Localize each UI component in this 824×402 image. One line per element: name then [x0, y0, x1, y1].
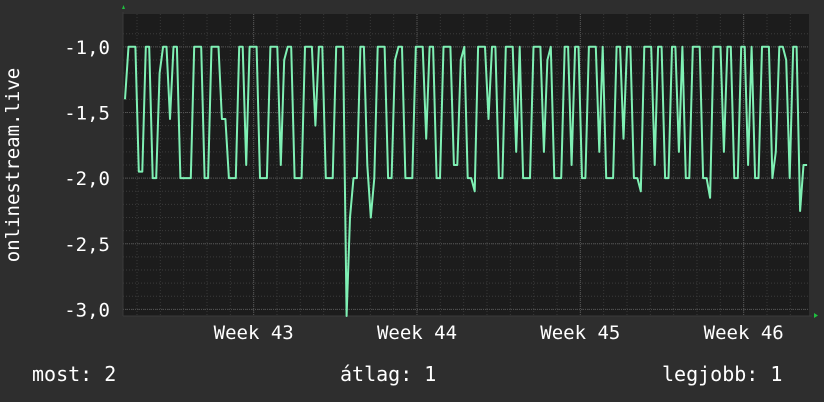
chart-container: -1,0 -1,5 -2,0 -2,5 -3,0 Week 43 Week 44 Week 4… — [0, 0, 824, 402]
x-tick-label: Week 46 — [704, 322, 784, 344]
x-tick-label: Week 45 — [540, 322, 620, 344]
y-tick-label: -1,5 — [64, 102, 110, 124]
y-axis-arrow — [122, 5, 125, 9]
x-tick-label: Week 43 — [214, 322, 294, 344]
line-chart: -1,0 -1,5 -2,0 -2,5 -3,0 Week 43 Week 44 Week 4… — [2, 5, 818, 344]
legend-best-value: legjobb: 1 — [662, 362, 783, 386]
x-tick-label: Week 44 — [377, 322, 457, 344]
y-axis-label: onlinestream.live — [2, 68, 24, 262]
legend-current-value: most: 2 — [32, 362, 117, 386]
y-tick-label: -3,0 — [64, 299, 110, 321]
legend-average-value: átlag: 1 — [340, 362, 437, 386]
x-axis-arrow — [814, 313, 818, 318]
y-tick-label: -2,5 — [64, 234, 110, 256]
y-tick-label: -1,0 — [64, 37, 110, 59]
y-tick-label: -2,0 — [64, 168, 110, 190]
